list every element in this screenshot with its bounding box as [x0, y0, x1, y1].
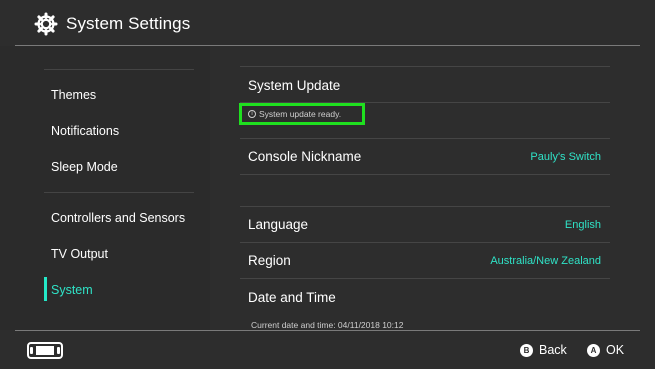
console-nickname-label[interactable]: Console Nickname	[248, 149, 361, 164]
settings-panel: System Update i System update ready. Con…	[210, 46, 655, 330]
ok-button[interactable]: A OK	[587, 343, 624, 357]
sidebar-divider	[44, 192, 194, 193]
sidebar-item-amiibo[interactable]: amiibo	[51, 46, 86, 49]
console-icon	[27, 342, 63, 359]
sidebar: amiibo Themes Notifications Sleep Mode C…	[0, 46, 210, 330]
header: System Settings	[0, 0, 655, 46]
sidebar-item-tv-output[interactable]: TV Output	[51, 247, 108, 261]
sidebar-item-themes[interactable]: Themes	[51, 88, 96, 102]
row-divider	[240, 278, 610, 279]
row-divider	[240, 206, 610, 207]
sidebar-divider	[44, 69, 194, 70]
date-time-note: Current date and time: 04/11/2018 10:12	[251, 320, 404, 330]
language-value: English	[564, 219, 601, 231]
update-status-text: System update ready.	[259, 109, 342, 119]
back-button[interactable]: B Back	[520, 343, 567, 357]
gear-icon	[34, 12, 58, 36]
b-button-icon: B	[520, 343, 533, 357]
row-divider	[240, 242, 610, 243]
sidebar-item-controllers[interactable]: Controllers and Sensors	[51, 211, 185, 225]
row-divider	[240, 138, 610, 139]
active-indicator	[44, 277, 47, 301]
back-label: Back	[539, 343, 567, 357]
date-time-label[interactable]: Date and Time	[248, 290, 336, 305]
sidebar-item-notifications[interactable]: Notifications	[51, 124, 119, 138]
sidebar-item-sleep-mode[interactable]: Sleep Mode	[51, 160, 118, 174]
row-divider	[240, 174, 610, 175]
region-value: Australia/New Zealand	[490, 255, 601, 267]
region-label[interactable]: Region	[248, 253, 291, 268]
page-title: System Settings	[66, 14, 191, 33]
ok-label: OK	[606, 343, 625, 357]
footer: B Back A OK	[0, 331, 655, 369]
update-status: i System update ready.	[248, 109, 341, 119]
a-button-icon: A	[587, 343, 600, 357]
system-update-label[interactable]: System Update	[248, 78, 340, 93]
sidebar-item-system[interactable]: System	[51, 283, 93, 297]
info-icon: i	[248, 110, 256, 118]
row-divider	[240, 66, 610, 67]
language-label[interactable]: Language	[248, 217, 308, 232]
console-nickname-value: Pauly's Switch	[530, 151, 601, 163]
